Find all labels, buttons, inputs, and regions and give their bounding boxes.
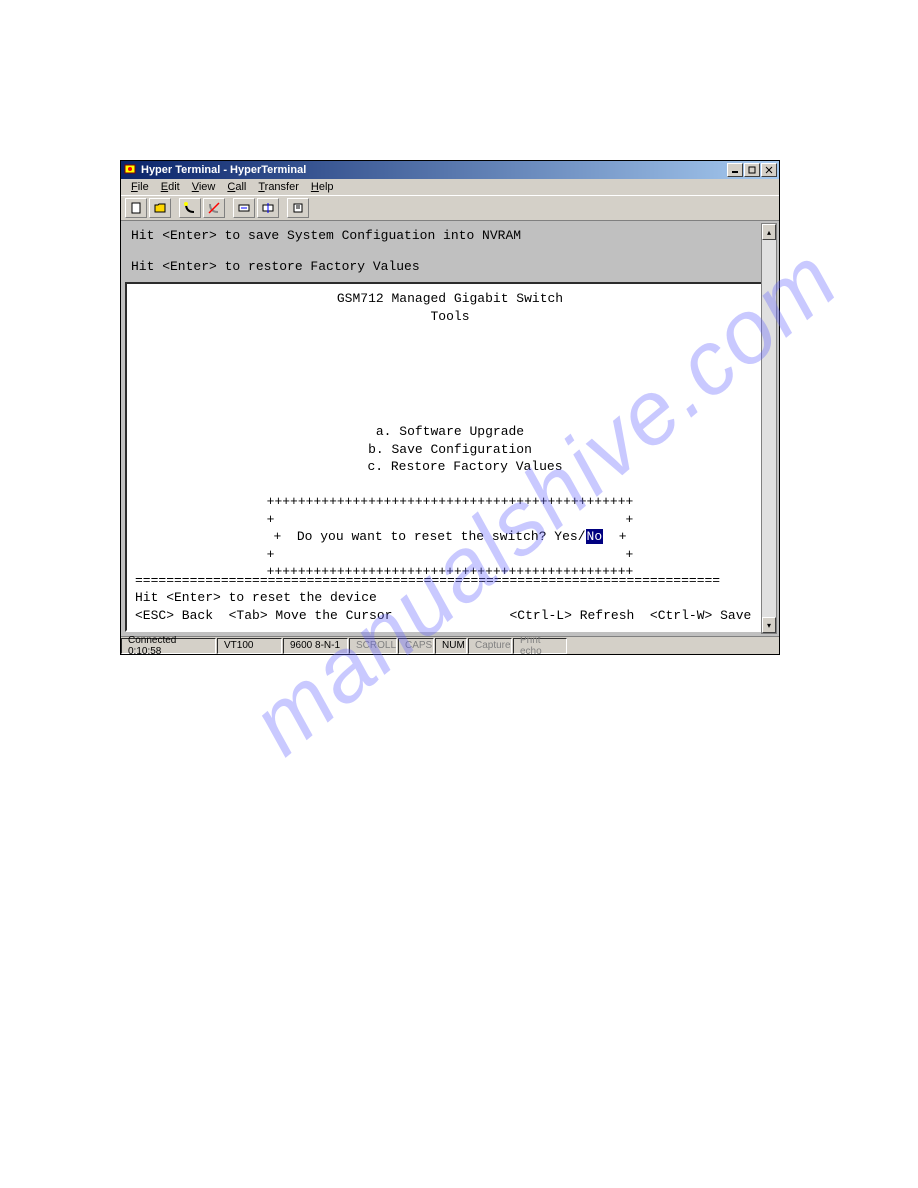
footer-shortcuts: <ESC> Back <Tab> Move the Cursor <Ctrl-L… xyxy=(135,607,765,625)
dialog-empty: + + xyxy=(135,546,765,564)
menu-call[interactable]: Call xyxy=(221,180,252,194)
open-button[interactable] xyxy=(149,198,171,218)
terminal-area: Hit <Enter> to save System Configuation … xyxy=(121,221,779,636)
scroll-up-button[interactable]: ▴ xyxy=(762,224,776,240)
status-baud: 9600 8-N-1 xyxy=(283,638,348,654)
dialog-empty: + + xyxy=(135,511,765,529)
status-print: Print echo xyxy=(513,638,567,654)
selected-option[interactable]: No xyxy=(586,529,604,544)
menubar: File Edit View Call Transfer Help xyxy=(121,179,779,195)
menu-option-a: a. Software Upgrade xyxy=(135,423,765,441)
menu-help[interactable]: Help xyxy=(305,180,340,194)
screen-title: GSM712 Managed Gigabit Switch xyxy=(135,290,765,308)
status-emulation: VT100 xyxy=(217,638,282,654)
titlebar[interactable]: Hyper Terminal - HyperTerminal xyxy=(121,161,779,179)
call-button[interactable] xyxy=(179,198,201,218)
status-connected: Connected 0:10:58 xyxy=(121,638,216,654)
menu-option-b: b. Save Configuration xyxy=(135,441,765,459)
send-button[interactable] xyxy=(233,198,255,218)
maximize-button[interactable] xyxy=(744,163,760,177)
new-button[interactable] xyxy=(125,198,147,218)
status-caps: CAPS xyxy=(398,638,434,654)
dialog-question: + Do you want to reset the switch? Yes/N… xyxy=(135,528,765,546)
app-icon xyxy=(123,163,137,177)
terminal-screen[interactable]: GSM712 Managed Gigabit SwitchTools a. So… xyxy=(125,282,775,632)
statusbar: Connected 0:10:58 VT100 9600 8-N-1 SCROL… xyxy=(121,636,779,654)
footer-instruction: Hit <Enter> to reset the device xyxy=(135,589,765,607)
scrollback-line: Hit <Enter> to restore Factory Values xyxy=(131,258,769,276)
menu-file[interactable]: File xyxy=(125,180,155,194)
menu-transfer[interactable]: Transfer xyxy=(252,180,305,194)
status-scroll: SCROLL xyxy=(349,638,397,654)
dialog-border: ++++++++++++++++++++++++++++++++++++++++… xyxy=(135,493,765,511)
divider: ========================================… xyxy=(135,572,765,590)
scroll-down-button[interactable]: ▾ xyxy=(762,617,776,633)
receive-button[interactable] xyxy=(257,198,279,218)
close-button[interactable] xyxy=(761,163,777,177)
screen-subtitle: Tools xyxy=(135,308,765,326)
status-num: NUM xyxy=(435,638,467,654)
vertical-scrollbar[interactable]: ▴ ▾ xyxy=(761,223,777,634)
menu-view[interactable]: View xyxy=(186,180,222,194)
menu-edit[interactable]: Edit xyxy=(155,180,186,194)
window-title: Hyper Terminal - HyperTerminal xyxy=(141,164,727,176)
minimize-button[interactable] xyxy=(727,163,743,177)
menu-option-c: c. Restore Factory Values xyxy=(135,458,765,476)
scroll-track[interactable] xyxy=(762,240,776,617)
application-window: Hyper Terminal - HyperTerminal File Edit… xyxy=(120,160,780,655)
disconnect-button[interactable] xyxy=(203,198,225,218)
terminal-scrollback: Hit <Enter> to save System Configuation … xyxy=(123,223,777,280)
scrollback-line: Hit <Enter> to save System Configuation … xyxy=(131,227,769,245)
properties-button[interactable] xyxy=(287,198,309,218)
status-capture: Capture xyxy=(468,638,512,654)
toolbar xyxy=(121,195,779,221)
